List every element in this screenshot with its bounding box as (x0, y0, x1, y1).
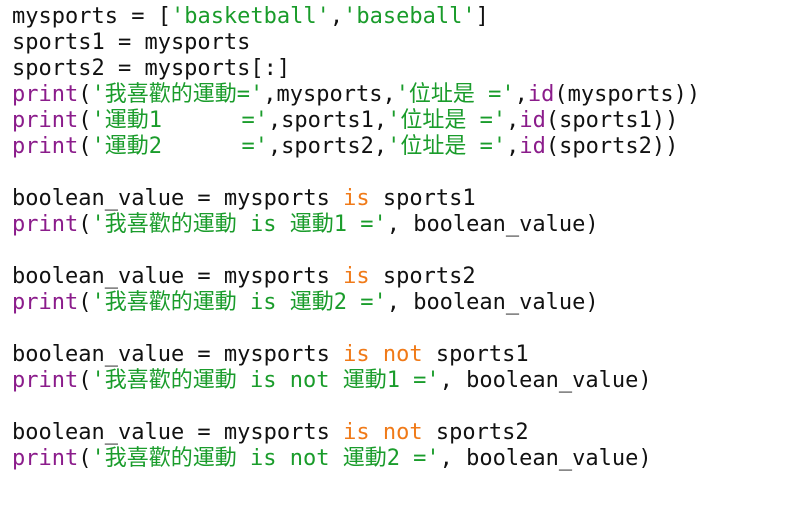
blank-code-line (12, 238, 804, 264)
code-line: boolean_value = mysports is sports1 (12, 186, 804, 212)
code-line: sports2 = mysports[:] (12, 56, 804, 82)
keyword-token: is (343, 342, 370, 367)
builtin-function-token: id (527, 82, 555, 107)
keyword-token: is (343, 186, 370, 211)
code-token: sports2 (369, 264, 476, 289)
builtin-function-token: print (12, 108, 79, 133)
code-token: ,sports2, (267, 134, 388, 159)
code-token: ( (78, 212, 92, 237)
code-token: , boolean_value) (386, 212, 599, 237)
code-token: ] (475, 4, 489, 29)
code-token: boolean_value = mysports (12, 420, 344, 445)
code-line: print('我喜歡的運動 is not 運動1 =', boolean_val… (12, 368, 804, 394)
code-line: boolean_value = mysports is not sports1 (12, 342, 804, 368)
code-token: mysports = [ (12, 4, 171, 29)
string-literal-token: '位址是 =' (387, 108, 507, 133)
string-literal-token: '我喜歡的運動 is 運動2 =' (91, 290, 387, 315)
keyword-token: is (343, 420, 370, 445)
code-line: mysports = ['basketball','baseball'] (12, 4, 804, 30)
string-literal-token: 'baseball' (343, 4, 476, 29)
code-token: , (506, 134, 520, 159)
string-literal-token: '運動2 =' (91, 134, 268, 159)
code-line: print('我喜歡的運動 is 運動1 =', boolean_value) (12, 212, 804, 238)
blank-code-line (12, 394, 804, 420)
string-literal-token: '我喜歡的運動 is 運動1 =' (91, 212, 387, 237)
code-token: (mysports)) (554, 82, 701, 107)
code-token: ( (78, 446, 92, 471)
keyword-token: not (382, 342, 423, 367)
builtin-function-token: print (12, 82, 79, 107)
string-literal-token: '位址是 =' (387, 134, 507, 159)
string-literal-token: '我喜歡的運動 is not 運動1 =' (91, 368, 440, 393)
code-token: boolean_value = mysports (12, 342, 344, 367)
code-token: (sports1)) (545, 108, 679, 133)
code-token: ( (78, 290, 92, 315)
blank-code-line (12, 160, 804, 186)
code-token: , boolean_value) (439, 446, 652, 471)
string-literal-token: 'basketball' (170, 4, 330, 29)
builtin-function-token: print (12, 212, 79, 237)
builtin-function-token: print (12, 446, 79, 471)
code-token: , boolean_value) (439, 368, 652, 393)
builtin-function-token: print (12, 368, 79, 393)
code-token: sports1 (369, 186, 476, 211)
code-token: sports2 (422, 420, 529, 445)
string-literal-token: '我喜歡的運動=' (91, 82, 264, 107)
blank-code-line (12, 316, 804, 342)
builtin-function-token: id (519, 108, 546, 133)
code-token: ( (78, 368, 92, 393)
builtin-function-token: print (12, 134, 79, 159)
code-editor[interactable]: mysports = ['basketball','baseball'] spor… (0, 0, 804, 510)
code-line: print('運動1 =',sports1,'位址是 =',id(sports1… (12, 108, 804, 134)
code-token: sports1 = mysports (12, 30, 251, 55)
string-literal-token: '我喜歡的運動 is not 運動2 =' (91, 446, 440, 471)
code-token: sports1 (422, 342, 529, 367)
code-line: print('我喜歡的運動=',mysports,'位址是 =',id(mysp… (12, 82, 804, 108)
code-token: sports2 = mysports[:] (12, 56, 291, 81)
keyword-token: not (382, 420, 423, 445)
code-token: , (506, 108, 520, 133)
code-token: boolean_value = mysports (12, 264, 344, 289)
code-token: ,mysports, (263, 82, 396, 107)
code-token: boolean_value = mysports (12, 186, 344, 211)
code-token: , (514, 82, 528, 107)
code-line: sports1 = mysports (12, 30, 804, 56)
code-line: print('運動2 =',sports2,'位址是 =',id(sports2… (12, 134, 804, 160)
builtin-function-token: id (519, 134, 546, 159)
string-literal-token: '運動1 =' (91, 108, 268, 133)
code-line: print('我喜歡的運動 is 運動2 =', boolean_value) (12, 290, 804, 316)
code-token: ( (78, 108, 92, 133)
code-token: ( (78, 82, 92, 107)
code-token: (sports2)) (545, 134, 679, 159)
code-token: , boolean_value) (386, 290, 599, 315)
code-line: boolean_value = mysports is not sports2 (12, 420, 804, 446)
code-token: ,sports1, (267, 108, 388, 133)
code-line: boolean_value = mysports is sports2 (12, 264, 804, 290)
builtin-function-token: print (12, 290, 79, 315)
keyword-token: is (343, 264, 370, 289)
string-literal-token: '位址是 =' (395, 82, 515, 107)
code-line: print('我喜歡的運動 is not 運動2 =', boolean_val… (12, 446, 804, 472)
code-token: , (329, 4, 344, 29)
code-token: ( (78, 134, 92, 159)
